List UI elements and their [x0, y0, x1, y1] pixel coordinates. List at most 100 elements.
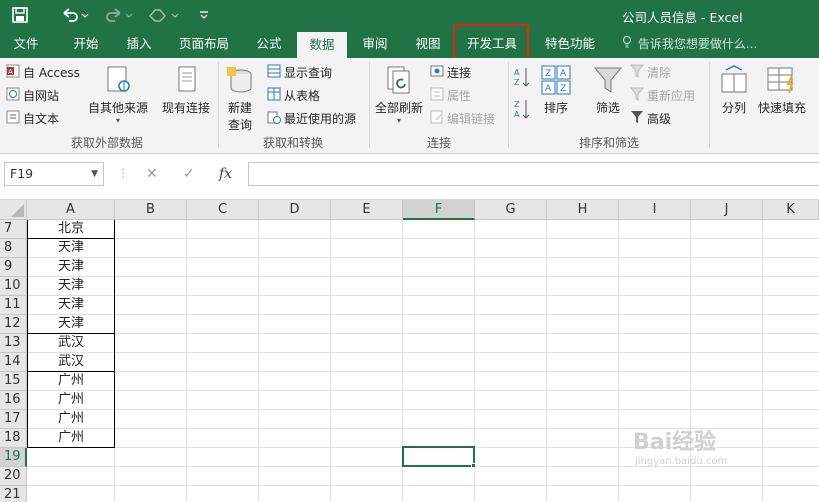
from-table-button[interactable]: 从表格	[267, 87, 320, 104]
show-queries-icon	[267, 64, 281, 81]
filter-button[interactable]: 筛选	[592, 64, 624, 116]
row-header[interactable]: 18	[0, 429, 27, 448]
tab-insert[interactable]: 插入	[113, 30, 165, 58]
redo-icon[interactable]	[102, 5, 136, 25]
row-header[interactable]: 12	[0, 315, 27, 334]
cancel-icon[interactable]: ✕	[146, 166, 158, 182]
tab-file[interactable]: 文件	[0, 30, 52, 58]
cell-a12[interactable]: 天津	[27, 315, 115, 334]
chevron-down-icon: ▾	[397, 116, 402, 125]
tab-review[interactable]: 审阅	[350, 30, 400, 58]
advanced-filter-button[interactable]: 高级	[630, 110, 671, 127]
row-header[interactable]: 11	[0, 296, 27, 315]
name-box[interactable]: F19 ▼	[4, 162, 104, 186]
touch-mode-icon[interactable]	[146, 5, 182, 25]
column-header-e[interactable]: E	[331, 200, 403, 220]
advanced-filter-icon	[630, 110, 644, 127]
group-separator	[369, 62, 370, 148]
sort-descending-button[interactable]: ZA	[514, 98, 530, 123]
cell-a9[interactable]: 天津	[27, 258, 115, 277]
text-to-columns-button[interactable]: 分列	[718, 64, 750, 116]
column-header-k[interactable]: K	[763, 200, 819, 220]
active-cell-f19[interactable]	[402, 446, 475, 467]
cell-a13[interactable]: 武汉	[27, 334, 115, 353]
save-icon[interactable]	[10, 5, 30, 25]
row-header[interactable]: 13	[0, 334, 27, 353]
cell-a14[interactable]: 武汉	[27, 353, 115, 372]
column-header-f[interactable]: F	[403, 200, 475, 220]
undo-icon[interactable]	[58, 5, 92, 25]
row-header[interactable]: 7	[0, 220, 27, 239]
from-other-sources-button[interactable]: 自其他来源 ▾	[88, 64, 148, 125]
row-header[interactable]: 10	[0, 277, 27, 296]
row-header[interactable]: 20	[0, 467, 27, 486]
insert-function-icon[interactable]: fx	[219, 166, 232, 182]
from-web-button[interactable]: 自网站	[6, 87, 59, 104]
column-header-i[interactable]: I	[619, 200, 691, 220]
new-query-button[interactable]: 新建 查询	[224, 64, 256, 133]
tell-me-box[interactable]: 告诉我您想要做什么...	[622, 30, 757, 58]
fill-handle[interactable]	[471, 463, 476, 468]
baidu-jingyan-watermark: Bai经验 jingyan.baidu.com	[633, 430, 728, 467]
column-header-c[interactable]: C	[187, 200, 259, 220]
tab-view[interactable]: 视图	[403, 30, 453, 58]
column-header-d[interactable]: D	[259, 200, 331, 220]
formula-input[interactable]	[248, 162, 819, 186]
group-label-connections: 连接	[426, 136, 451, 150]
properties-button[interactable]: 属性	[430, 87, 471, 104]
cell-a16[interactable]: 广州	[27, 391, 115, 410]
tab-special-features[interactable]: 特色功能	[535, 30, 605, 58]
from-access-button[interactable]: A 自 Access	[6, 64, 80, 81]
column-header-h[interactable]: H	[547, 200, 619, 220]
column-header-g[interactable]: G	[475, 200, 547, 220]
split-columns-icon	[721, 65, 747, 93]
existing-connections-button[interactable]: 现有连接	[162, 64, 210, 116]
row-header[interactable]: 9	[0, 258, 27, 277]
row-header[interactable]: 15	[0, 372, 27, 391]
reapply-button[interactable]: 重新应用	[629, 87, 695, 104]
sort-descending-icon: ZA	[514, 98, 530, 123]
row-header[interactable]: 14	[0, 353, 27, 372]
connections-button[interactable]: 连接	[430, 64, 471, 81]
from-text-button[interactable]: 自文本	[6, 110, 59, 127]
customize-icon[interactable]	[196, 5, 212, 25]
cell-a17[interactable]: 广州	[27, 410, 115, 429]
column-header-a[interactable]: A	[27, 200, 115, 220]
row-header[interactable]: 17	[0, 410, 27, 429]
cell-a8[interactable]: 天津	[27, 239, 115, 258]
row-header[interactable]: 21	[0, 486, 27, 502]
cell-a15[interactable]: 广州	[27, 372, 115, 391]
recent-sources-button[interactable]: 最近使用的源	[267, 110, 356, 127]
cell-a11[interactable]: 天津	[27, 296, 115, 315]
group-separator	[218, 62, 219, 148]
reapply-icon	[629, 87, 645, 104]
svg-text:Z: Z	[514, 100, 520, 109]
select-all-corner[interactable]	[0, 200, 27, 220]
column-header-j[interactable]: J	[691, 200, 763, 220]
edit-links-button[interactable]: 编辑链接	[430, 110, 495, 127]
cell-a10[interactable]: 天津	[27, 277, 115, 296]
tell-me-text: 告诉我您想要做什么...	[637, 37, 758, 51]
gridline	[27, 257, 819, 258]
other-sources-icon	[107, 66, 130, 92]
row-header-selected[interactable]: 19	[0, 448, 27, 467]
confirm-icon[interactable]: ✓	[183, 166, 195, 182]
flash-fill-button[interactable]: 快速填充	[758, 64, 806, 116]
cell-a7[interactable]: 北京	[27, 220, 115, 239]
connections-icon	[430, 64, 444, 81]
refresh-all-button[interactable]: 全部刷新 ▾	[375, 64, 423, 125]
sort-ascending-button[interactable]: AZ	[514, 66, 530, 91]
clear-filter-button[interactable]: 清除	[629, 64, 671, 81]
tab-page-layout[interactable]: 页面布局	[172, 30, 236, 58]
recent-sources-icon	[267, 110, 281, 127]
cell-a18[interactable]: 广州	[27, 429, 115, 448]
sort-button[interactable]: ZAAZ 排序	[540, 64, 572, 116]
chevron-down-icon: ▼	[91, 169, 98, 179]
column-header-b[interactable]: B	[115, 200, 187, 220]
show-queries-button[interactable]: 显示查询	[267, 64, 332, 81]
row-header[interactable]: 8	[0, 239, 27, 258]
tab-formulas[interactable]: 公式	[244, 30, 294, 58]
tab-data[interactable]: 数据	[297, 32, 347, 58]
row-header[interactable]: 16	[0, 391, 27, 410]
tab-home[interactable]: 开始	[60, 30, 112, 58]
